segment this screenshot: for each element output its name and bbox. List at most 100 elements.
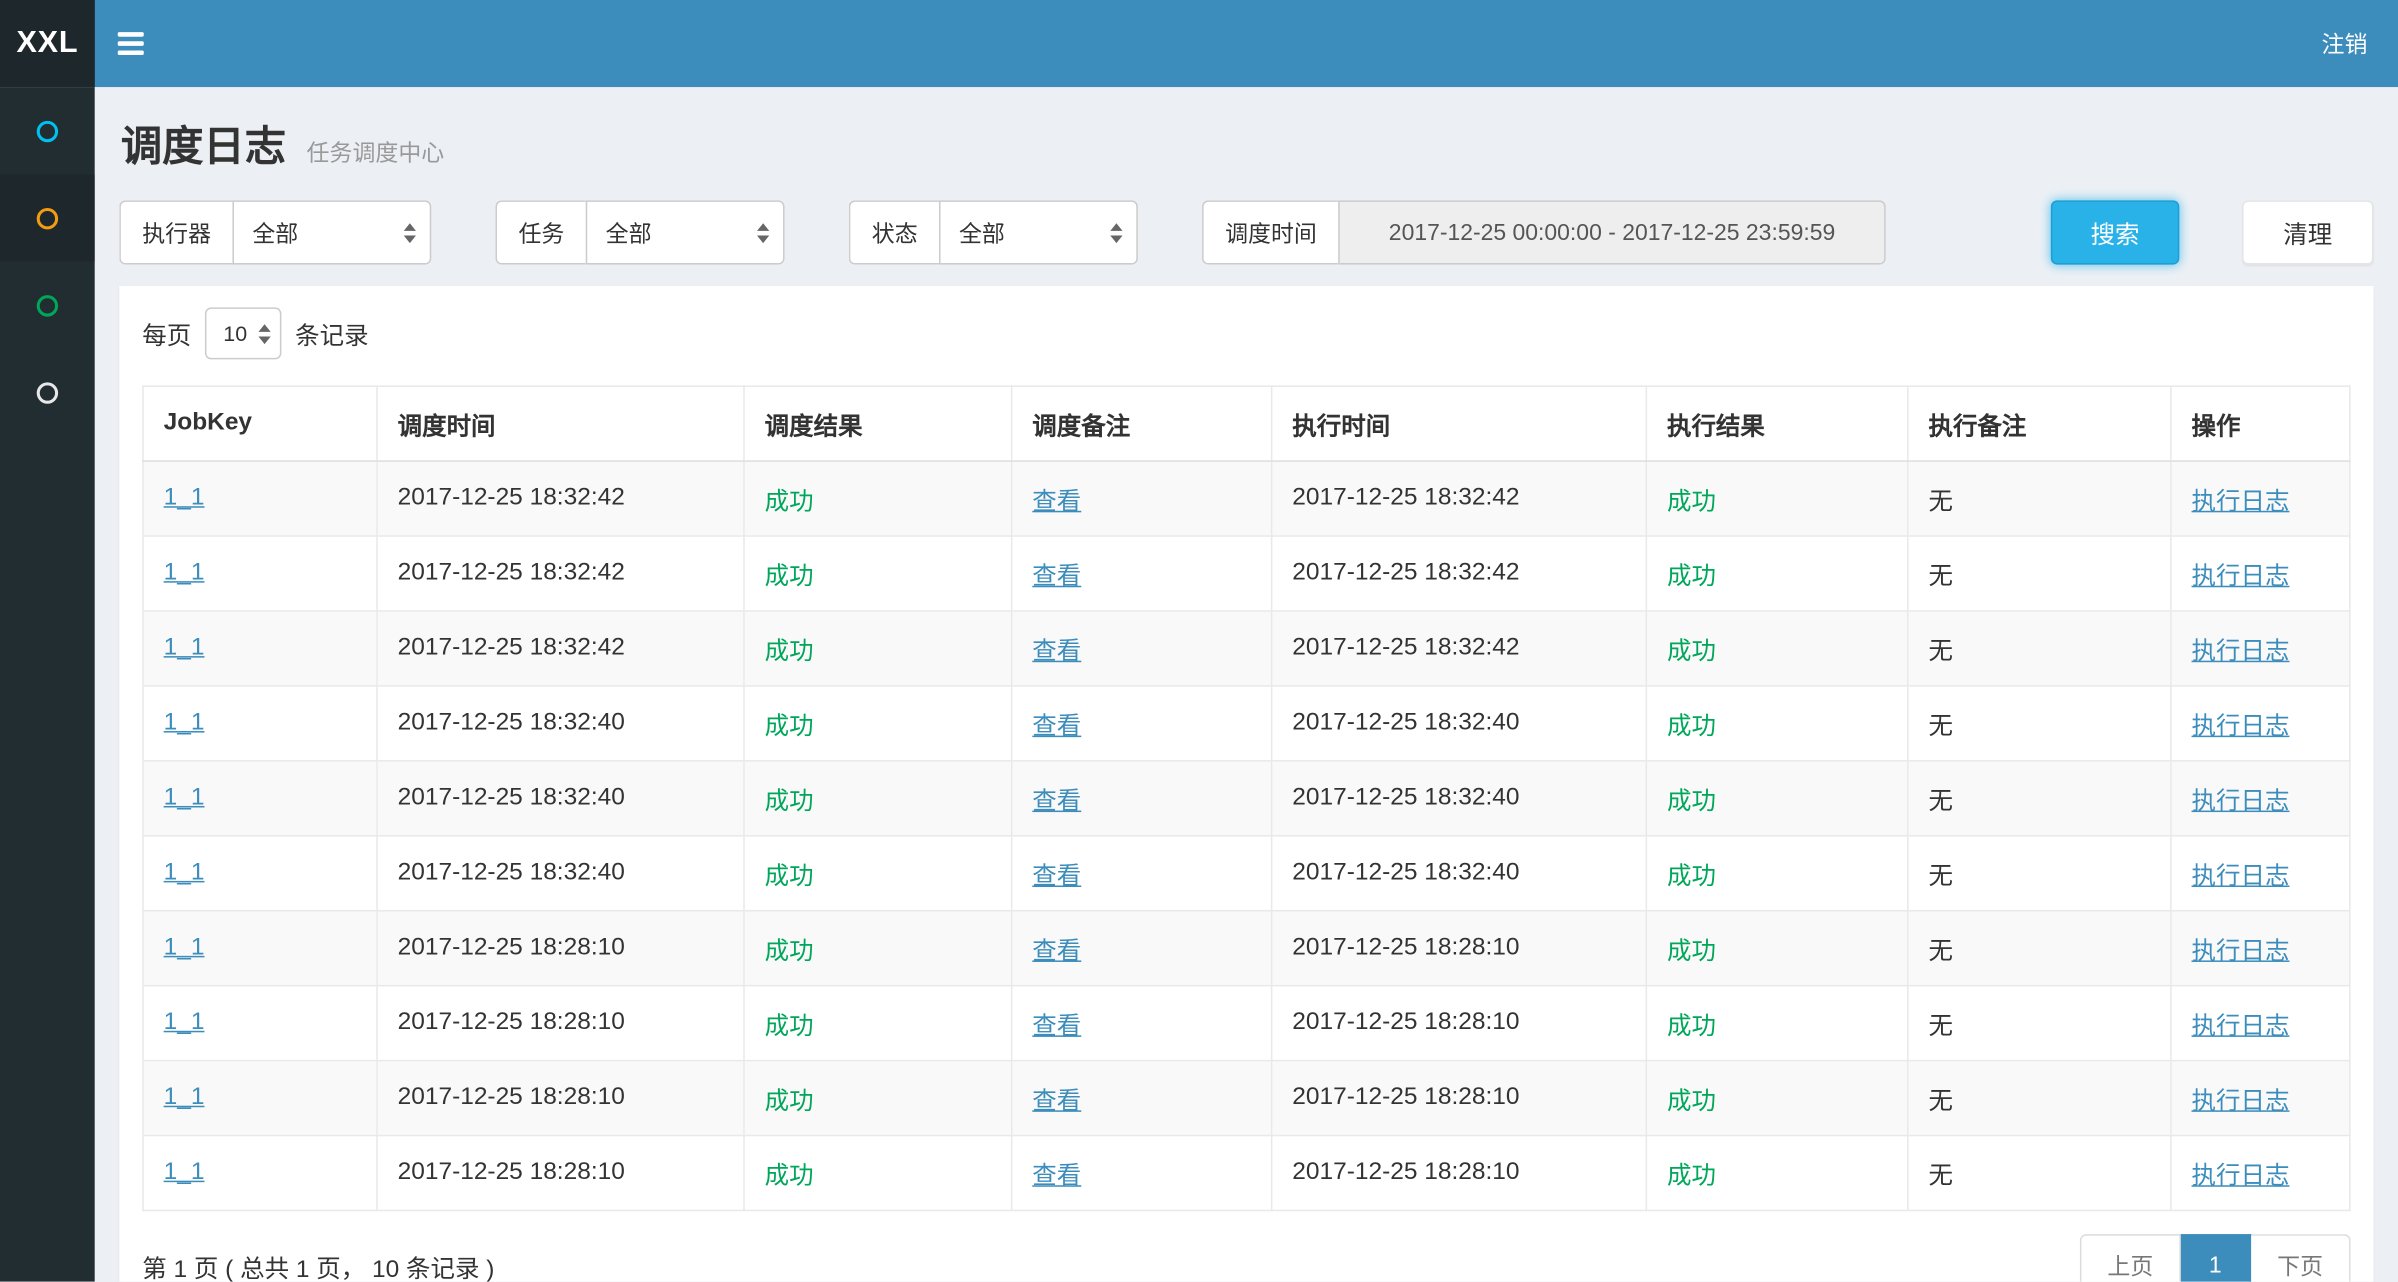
action-link[interactable]: 执行日志 — [2192, 1014, 2290, 1040]
action-link[interactable]: 执行日志 — [2192, 639, 2290, 665]
handle_msg-cell: 无 — [1908, 911, 2171, 986]
action-link[interactable]: 执行日志 — [2192, 789, 2290, 815]
action-link[interactable]: 执行日志 — [2192, 714, 2290, 740]
trigger_msg-link[interactable]: 查看 — [1032, 639, 1081, 665]
trigger_msg-link[interactable]: 查看 — [1032, 789, 1081, 815]
circle-o-icon — [37, 294, 58, 315]
jobkey-link[interactable]: 1_1 — [164, 785, 205, 811]
column-header-jobkey[interactable]: JobKey — [143, 386, 377, 461]
status-select[interactable]: 全部 — [939, 200, 1138, 264]
column-header-action[interactable]: 操作 — [2171, 386, 2350, 461]
clear-button[interactable]: 清理 — [2242, 200, 2374, 264]
sidebar-item-help[interactable] — [0, 349, 95, 436]
trigger_msg-link[interactable]: 查看 — [1032, 1089, 1081, 1115]
table-footer: 第 1 页 ( 总共 1 页， 10 条记录 ) 上页 1 下页 — [142, 1234, 2350, 1282]
jobkey-link[interactable]: 1_1 — [164, 710, 205, 736]
job-filter-group: 任务 全部 — [496, 200, 785, 264]
executor-select[interactable]: 全部 — [232, 200, 431, 264]
sidebar-item-dashboard[interactable] — [0, 87, 95, 174]
sidebar-item-joblog[interactable] — [0, 174, 95, 261]
jobkey-link[interactable]: 1_1 — [164, 1009, 205, 1035]
action-cell: 执行日志 — [2171, 1061, 2350, 1136]
action-link[interactable]: 执行日志 — [2192, 864, 2290, 890]
jobkey-link[interactable]: 1_1 — [164, 635, 205, 661]
handle_msg-cell: 无 — [1908, 1136, 2171, 1211]
jobkey-link[interactable]: 1_1 — [164, 934, 205, 960]
handle_time-cell: 2017-12-25 18:32:40 — [1272, 761, 1647, 836]
column-header-trigger-time[interactable]: 调度时间 — [377, 386, 744, 461]
handle_time-cell: 2017-12-25 18:32:40 — [1272, 836, 1647, 911]
action-cell: 执行日志 — [2171, 986, 2350, 1061]
action-link[interactable]: 执行日志 — [2192, 489, 2290, 515]
jobkey-link[interactable]: 1_1 — [164, 859, 205, 885]
search-button[interactable]: 搜索 — [2051, 200, 2179, 264]
pagination-page-1-button[interactable]: 1 — [2181, 1234, 2251, 1282]
jobkey-link[interactable]: 1_1 — [164, 560, 205, 586]
jobkey-link[interactable]: 1_1 — [164, 1159, 205, 1185]
handle_time-cell: 2017-12-25 18:32:42 — [1272, 536, 1647, 611]
trigger-time-filter-group: 调度时间 2017-12-25 00:00:00 - 2017-12-25 23… — [1202, 200, 1886, 264]
handle_time-cell: 2017-12-25 18:32:42 — [1272, 611, 1647, 686]
action-link[interactable]: 执行日志 — [2192, 939, 2290, 965]
trigger_time-cell: 2017-12-25 18:32:40 — [377, 686, 744, 761]
page-size-suffix-label: 条记录 — [295, 315, 368, 352]
job-select[interactable]: 全部 — [586, 200, 785, 264]
trigger_msg-link[interactable]: 查看 — [1032, 939, 1081, 965]
trigger_result-cell: 成功 — [744, 686, 1012, 761]
trigger_msg-cell: 查看 — [1012, 1061, 1272, 1136]
column-header-handle-time[interactable]: 执行时间 — [1272, 386, 1647, 461]
jobkey-cell: 1_1 — [143, 986, 377, 1061]
trigger_msg-link[interactable]: 查看 — [1032, 714, 1081, 740]
jobkey-link[interactable]: 1_1 — [164, 1084, 205, 1110]
sidebar-toggle-button[interactable] — [95, 0, 165, 87]
trigger_msg-link[interactable]: 查看 — [1032, 1164, 1081, 1190]
handle_result-cell: 成功 — [1646, 911, 1908, 986]
jobkey-link[interactable]: 1_1 — [164, 485, 205, 511]
table-row: 1_12017-12-25 18:32:42成功查看2017-12-25 18:… — [143, 461, 2350, 536]
sidebar — [0, 87, 95, 1282]
page-size-select[interactable]: 10 — [205, 307, 281, 359]
logout-link[interactable]: 注销 — [2322, 28, 2398, 60]
trigger_time-cell: 2017-12-25 18:32:40 — [377, 836, 744, 911]
filter-toolbar: 执行器 全部 任务 全部 状态 全部 — [119, 200, 2373, 264]
action-link[interactable]: 执行日志 — [2192, 1089, 2290, 1115]
select-stepper-icon — [258, 323, 270, 343]
pagination-prev-button[interactable]: 上页 — [2080, 1234, 2181, 1282]
handle_msg-cell: 无 — [1908, 836, 2171, 911]
app-viewport: XXL 注销 — [0, 0, 2398, 1282]
handle_msg-cell: 无 — [1908, 686, 2171, 761]
column-header-handle-msg[interactable]: 执行备注 — [1908, 386, 2171, 461]
trigger-time-range-input[interactable]: 2017-12-25 00:00:00 - 2017-12-25 23:59:5… — [1338, 200, 1886, 264]
column-header-trigger-msg[interactable]: 调度备注 — [1012, 386, 1272, 461]
sidebar-item-jobinfo[interactable] — [0, 262, 95, 349]
trigger_result-cell: 成功 — [744, 1136, 1012, 1211]
pagination-next-button[interactable]: 下页 — [2251, 1234, 2350, 1282]
circle-o-icon — [37, 120, 58, 141]
trigger_msg-link[interactable]: 查看 — [1032, 864, 1081, 890]
action-cell: 执行日志 — [2171, 761, 2350, 836]
handle_time-cell: 2017-12-25 18:28:10 — [1272, 911, 1647, 986]
app-logo[interactable]: XXL — [0, 0, 95, 87]
trigger_msg-link[interactable]: 查看 — [1032, 1014, 1081, 1040]
trigger_msg-link[interactable]: 查看 — [1032, 564, 1081, 590]
handle_msg-cell: 无 — [1908, 1061, 2171, 1136]
table-row: 1_12017-12-25 18:28:10成功查看2017-12-25 18:… — [143, 986, 2350, 1061]
column-header-handle-result[interactable]: 执行结果 — [1646, 386, 1908, 461]
action-link[interactable]: 执行日志 — [2192, 1164, 2290, 1190]
trigger_time-cell: 2017-12-25 18:28:10 — [377, 986, 744, 1061]
action-link[interactable]: 执行日志 — [2192, 564, 2290, 590]
page-subtitle: 任务调度中心 — [307, 141, 445, 167]
trigger_result-cell: 成功 — [744, 611, 1012, 686]
jobkey-cell: 1_1 — [143, 536, 377, 611]
trigger_msg-link[interactable]: 查看 — [1032, 489, 1081, 515]
jobkey-cell: 1_1 — [143, 1061, 377, 1136]
handle_result-cell: 成功 — [1646, 836, 1908, 911]
table-row: 1_12017-12-25 18:32:40成功查看2017-12-25 18:… — [143, 836, 2350, 911]
select-stepper-icon — [1110, 223, 1122, 243]
executor-filter-group: 执行器 全部 — [119, 200, 431, 264]
jobkey-cell: 1_1 — [143, 1136, 377, 1211]
column-header-trigger-result[interactable]: 调度结果 — [744, 386, 1012, 461]
table-row: 1_12017-12-25 18:28:10成功查看2017-12-25 18:… — [143, 1136, 2350, 1211]
executor-select-value: 全部 — [252, 216, 298, 248]
pagination-summary: 第 1 页 ( 总共 1 页， 10 条记录 ) — [142, 1247, 494, 1282]
